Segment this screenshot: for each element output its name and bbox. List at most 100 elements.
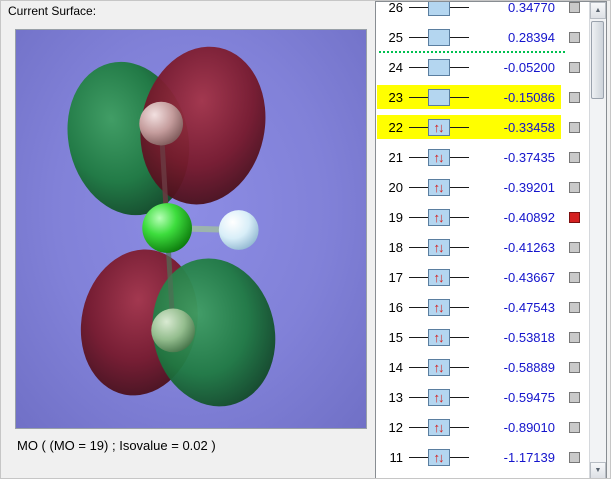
orbital-occupancy-box[interactable]: ↑ ↓ xyxy=(428,118,450,136)
orbital-number: 12 xyxy=(388,419,403,435)
orbital-row[interactable]: 22 ↑ ↓ -0.33458 xyxy=(377,112,589,142)
orbital-row[interactable]: 26 ↑ ↓ 0.34770 xyxy=(377,1,589,22)
orbital-checkbox[interactable] xyxy=(569,451,580,463)
orbital-energy: -0.37435 xyxy=(503,149,555,165)
spin-down-arrow-icon: ↓ xyxy=(438,299,444,315)
spin-down-arrow-icon: ↓ xyxy=(438,329,444,345)
spin-arrows: ↑ ↓ xyxy=(434,301,445,314)
orbital-number: 23 xyxy=(388,89,403,105)
spin-down-arrow-icon: ↓ xyxy=(438,359,444,375)
orbital-checkbox[interactable] xyxy=(569,361,580,373)
orbital-occupancy-box[interactable]: ↑ ↓ xyxy=(428,268,450,286)
orbital-number: 21 xyxy=(388,149,403,165)
orbital-occupancy-box[interactable]: ↑ ↓ xyxy=(428,58,450,76)
scrollbar-down-button[interactable]: ▼ xyxy=(590,462,606,478)
orbital-occupancy-box[interactable]: ↑ ↓ xyxy=(428,2,450,16)
spin-down-arrow-icon: ↓ xyxy=(438,209,444,225)
orbital-energy: -0.05200 xyxy=(503,59,555,75)
orbital-checkbox[interactable] xyxy=(569,271,580,283)
orbital-row[interactable]: 13 ↑ ↓ -0.59475 xyxy=(377,382,589,412)
orbital-row[interactable]: 24 ↑ ↓ -0.05200 xyxy=(377,52,589,82)
orbital-energy: -0.39201 xyxy=(503,179,555,195)
orbital-occupancy-box[interactable]: ↑ ↓ xyxy=(428,178,450,196)
orbital-occupancy-box[interactable]: ↑ ↓ xyxy=(428,28,450,46)
spin-down-arrow-icon: ↓ xyxy=(438,239,444,255)
orbital-row[interactable]: 25 ↑ ↓ 0.28394 xyxy=(377,22,589,53)
orbital-occupancy-box[interactable]: ↑ ↓ xyxy=(428,148,450,166)
orbital-row[interactable]: 16 ↑ ↓ -0.47543 xyxy=(377,292,589,322)
orbital-energy: -1.17139 xyxy=(503,449,555,465)
orbital-row[interactable]: 14 ↑ ↓ -0.58889 xyxy=(377,352,589,382)
orbital-row[interactable]: 19 ↑ ↓ -0.40892 xyxy=(377,202,589,232)
orbital-occupancy-box[interactable]: ↑ ↓ xyxy=(428,238,450,256)
orbital-number: 24 xyxy=(388,59,403,75)
orbital-level-line: ↑ ↓ xyxy=(407,357,471,377)
orbital-row[interactable]: 17 ↑ ↓ -0.43667 xyxy=(377,262,589,292)
spin-down-arrow-icon: ↓ xyxy=(438,419,444,435)
orbital-number: 18 xyxy=(388,239,403,255)
orbital-occupancy-box[interactable]: ↑ ↓ xyxy=(428,388,450,406)
orbital-row[interactable]: 11 ↑ ↓ -1.17139 xyxy=(377,442,589,472)
spin-down-arrow-icon: ↓ xyxy=(438,389,444,405)
orbital-occupancy-box[interactable]: ↑ ↓ xyxy=(428,418,450,436)
orbital-number: 16 xyxy=(388,299,403,315)
spin-down-arrow-icon: ↓ xyxy=(438,149,444,165)
orbital-level-line: ↑ ↓ xyxy=(407,237,471,257)
atom-right-hydrogen xyxy=(218,210,259,250)
orbital-checkbox[interactable] xyxy=(569,331,580,343)
orbital-list: 26 ↑ ↓ 0.34770 25 ↑ ↓ xyxy=(377,1,589,472)
orbital-energy: -0.43667 xyxy=(503,269,555,285)
orbital-occupancy-box[interactable]: ↑ ↓ xyxy=(428,208,450,226)
orbital-row-main: 24 ↑ ↓ -0.05200 xyxy=(377,55,561,79)
spin-down-arrow-icon: ↓ xyxy=(438,179,444,195)
orbital-occupancy-box[interactable]: ↑ ↓ xyxy=(428,358,450,376)
orbital-checkbox[interactable] xyxy=(569,31,580,43)
orbital-number: 25 xyxy=(388,29,403,45)
orbital-level-line: ↑ ↓ xyxy=(407,297,471,317)
orbital-checkbox[interactable] xyxy=(569,151,580,163)
orbital-number: 17 xyxy=(388,269,403,285)
orbital-occupancy-box[interactable]: ↑ ↓ xyxy=(428,88,450,106)
vertical-scrollbar[interactable]: ▲ ▼ xyxy=(589,2,606,478)
orbital-row-main: 26 ↑ ↓ 0.34770 xyxy=(377,1,561,19)
scrollbar-up-button[interactable]: ▲ xyxy=(590,2,606,19)
spin-arrows: ↑ ↓ xyxy=(434,271,445,284)
orbital-checkbox[interactable] xyxy=(569,2,580,13)
orbital-row[interactable]: 21 ↑ ↓ -0.37435 xyxy=(377,142,589,172)
orbital-row-main: 11 ↑ ↓ -1.17139 xyxy=(377,445,561,469)
orbital-row[interactable]: 23 ↑ ↓ -0.15086 xyxy=(377,82,589,112)
orbital-row[interactable]: 12 ↑ ↓ -0.89010 xyxy=(377,412,589,442)
orbital-checkbox[interactable] xyxy=(569,181,580,193)
scrollbar-track[interactable] xyxy=(590,19,606,462)
orbital-checkbox[interactable] xyxy=(569,91,580,103)
atom-top xyxy=(139,101,184,146)
orbital-energy: -0.41263 xyxy=(503,239,555,255)
orbital-level-line: ↑ ↓ xyxy=(407,327,471,347)
orbital-occupancy-box[interactable]: ↑ ↓ xyxy=(428,328,450,346)
orbital-checkbox[interactable] xyxy=(569,61,580,73)
orbital-energy: 0.34770 xyxy=(508,1,555,15)
orbital-checkbox[interactable] xyxy=(569,301,580,313)
orbital-level-line: ↑ ↓ xyxy=(407,27,471,47)
orbital-occupancy-box[interactable]: ↑ ↓ xyxy=(428,448,450,466)
orbital-row[interactable]: 15 ↑ ↓ -0.53818 xyxy=(377,322,589,352)
spin-arrows: ↑ ↓ xyxy=(434,451,445,464)
scrollbar-thumb[interactable] xyxy=(591,21,604,99)
orbital-checkbox[interactable] xyxy=(569,211,580,223)
orbital-checkbox[interactable] xyxy=(569,421,580,433)
orbital-checkbox[interactable] xyxy=(569,391,580,403)
orbital-checkbox[interactable] xyxy=(569,121,580,133)
orbital-energy: -0.47543 xyxy=(503,299,555,315)
orbital-row-main: 19 ↑ ↓ -0.40892 xyxy=(377,205,561,229)
orbital-row[interactable]: 20 ↑ ↓ -0.39201 xyxy=(377,172,589,202)
spin-arrows: ↑ ↓ xyxy=(434,121,445,134)
orbital-row-main: 17 ↑ ↓ -0.43667 xyxy=(377,265,561,289)
molecule-viewer[interactable] xyxy=(15,29,367,429)
orbital-number: 15 xyxy=(388,329,403,345)
orbital-occupancy-box[interactable]: ↑ ↓ xyxy=(428,298,450,316)
orbital-row[interactable]: 18 ↑ ↓ -0.41263 xyxy=(377,232,589,262)
orbital-checkbox[interactable] xyxy=(569,241,580,253)
orbital-level-line: ↑ ↓ xyxy=(407,147,471,167)
orbital-row-main: 20 ↑ ↓ -0.39201 xyxy=(377,175,561,199)
orbital-number: 11 xyxy=(389,449,404,465)
